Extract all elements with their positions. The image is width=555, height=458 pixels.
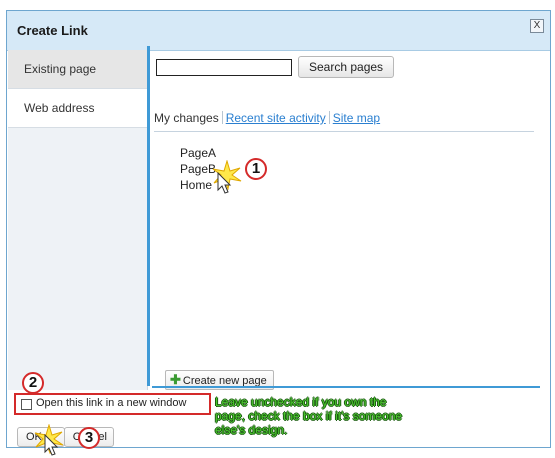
tab-site-map[interactable]: Site map (333, 111, 383, 125)
step-2-badge: 2 (22, 372, 44, 394)
list-item-page-b[interactable]: PageB (180, 161, 216, 177)
list-item-home[interactable]: Home (180, 177, 216, 193)
dialog-title: Create Link (17, 23, 88, 38)
page-source-tabs: My changes Recent site activity Site map (154, 111, 534, 132)
page-list: PageA PageB Home (180, 145, 216, 193)
search-input[interactable] (156, 59, 292, 76)
step-1-badge: 1 (245, 158, 267, 180)
mouse-cursor-icon (44, 434, 59, 456)
list-item-page-a[interactable]: PageA (180, 145, 216, 161)
footer-divider (152, 386, 540, 388)
link-type-sidebar: Existing page Web address (8, 50, 148, 390)
new-window-callout-box: Open this link in a new window (14, 393, 211, 415)
existing-page-panel: Search pages My changes Recent site activ… (152, 50, 540, 390)
tab-divider (221, 111, 223, 124)
new-window-label: Open this link in a new window (36, 397, 187, 409)
sidebar-item-web-address[interactable]: Web address (8, 89, 147, 128)
annotation-note: Leave unchecked if you own the page, che… (215, 395, 403, 437)
step-3-badge: 3 (78, 427, 100, 449)
tab-my-changes[interactable]: My changes (154, 111, 222, 125)
plus-icon: ✚ (170, 372, 181, 387)
tab-recent-site-activity[interactable]: Recent site activity (226, 111, 329, 125)
search-pages-button[interactable]: Search pages (298, 56, 395, 78)
mouse-cursor-icon (217, 172, 232, 194)
tab-divider (328, 111, 330, 124)
close-button[interactable]: X (530, 19, 544, 33)
sidebar-item-existing-page[interactable]: Existing page (8, 50, 147, 89)
sidebar-divider (147, 46, 150, 386)
dialog-titlebar: Create Link X (7, 11, 550, 51)
new-window-checkbox[interactable] (21, 399, 32, 410)
